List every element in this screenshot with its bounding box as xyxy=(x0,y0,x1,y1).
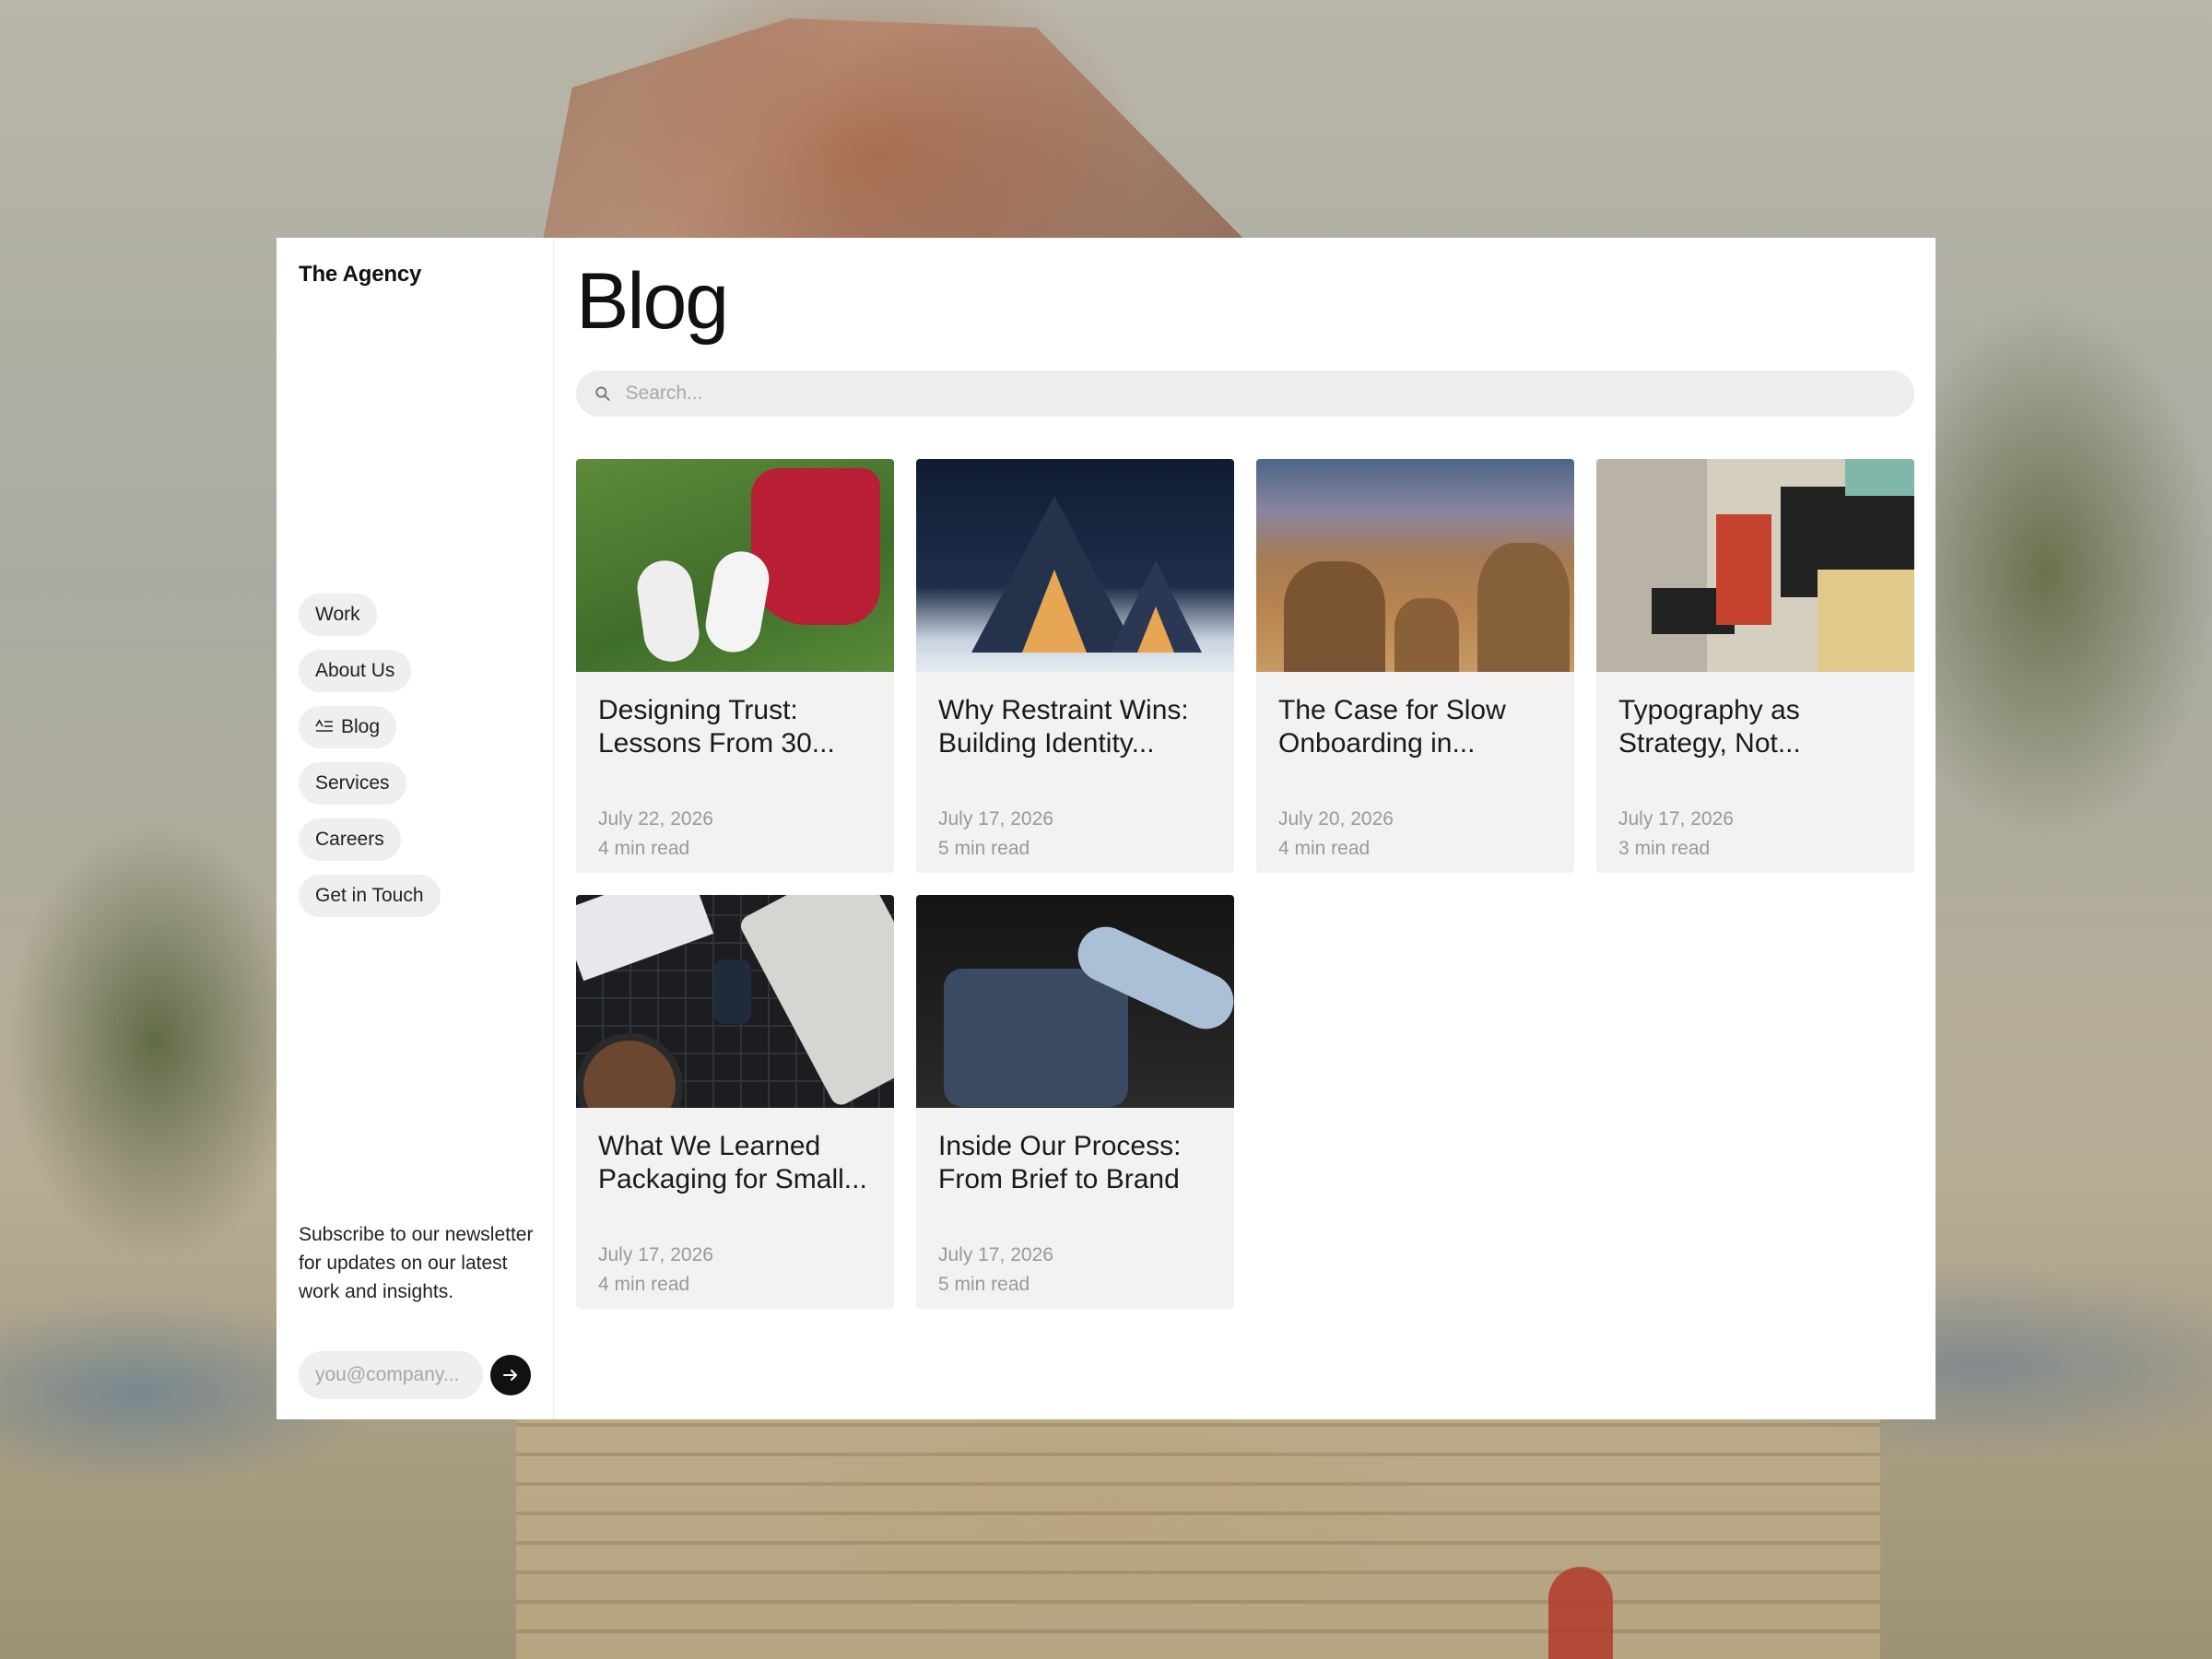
post-card[interactable]: Inside Our Process: From Brief to Brand … xyxy=(916,895,1234,1309)
post-read-time: 4 min read xyxy=(598,1274,690,1295)
post-date: July 17, 2026 xyxy=(938,808,1053,830)
sidebar-nav: Work About Us Blog Services Careers Get … xyxy=(299,594,441,917)
post-date: July 17, 2026 xyxy=(938,1244,1053,1265)
nav-item-services[interactable]: Services xyxy=(299,762,406,805)
nav-item-label: Careers xyxy=(315,829,384,850)
post-read-time: 3 min read xyxy=(1618,838,1711,859)
post-date: July 17, 2026 xyxy=(1618,808,1734,830)
post-date: July 17, 2026 xyxy=(598,1244,713,1265)
post-image xyxy=(576,459,894,672)
background-roof xyxy=(541,18,1253,249)
post-title: What We Learned Packaging for Small... xyxy=(598,1131,867,1194)
nav-item-work[interactable]: Work xyxy=(299,594,377,636)
post-read-time: 4 min read xyxy=(1278,838,1371,859)
search-input[interactable] xyxy=(623,382,1896,406)
nav-item-careers[interactable]: Careers xyxy=(299,818,401,861)
nav-item-label: About Us xyxy=(315,660,395,681)
post-card[interactable]: Designing Trust: Lessons From 30... July… xyxy=(576,459,894,873)
post-title: Inside Our Process: From Brief to Brand xyxy=(938,1131,1182,1194)
background-figure xyxy=(1548,1567,1613,1659)
post-grid: Designing Trust: Lessons From 30... July… xyxy=(576,459,1914,1309)
nav-item-label: Get in Touch xyxy=(315,885,424,906)
page-title: Blog xyxy=(576,257,729,346)
nav-item-label: Blog xyxy=(341,716,381,737)
arrow-right-icon xyxy=(503,1370,517,1381)
nav-item-label: Work xyxy=(315,604,360,625)
search-icon xyxy=(595,386,610,401)
site-window: The Agency Work About Us Blog Services C… xyxy=(276,238,1936,1419)
post-read-time: 4 min read xyxy=(598,838,690,859)
post-title: Typography as Strategy, Not... xyxy=(1618,695,1801,759)
post-image xyxy=(576,895,894,1108)
post-image xyxy=(1596,459,1914,672)
post-read-time: 5 min read xyxy=(938,838,1030,859)
nav-item-blog[interactable]: Blog xyxy=(299,706,397,748)
newsletter-form xyxy=(299,1351,531,1399)
nav-item-label: Services xyxy=(315,772,390,794)
brand-name[interactable]: The Agency xyxy=(299,262,421,288)
post-card[interactable]: Typography as Strategy, Not... July 17, … xyxy=(1596,459,1914,873)
post-title: Designing Trust: Lessons From 30... xyxy=(598,695,835,759)
post-image xyxy=(916,459,1234,672)
newsletter-text: Subscribe to our newsletter for updates … xyxy=(299,1224,534,1302)
post-card[interactable]: The Case for Slow Onboarding in... July … xyxy=(1256,459,1574,873)
post-image xyxy=(1256,459,1574,672)
search-bar[interactable] xyxy=(576,371,1914,417)
nav-item-about-us[interactable]: About Us xyxy=(299,650,412,692)
sidebar: The Agency Work About Us Blog Services C… xyxy=(276,238,554,1419)
post-image xyxy=(916,895,1234,1108)
post-date: July 22, 2026 xyxy=(598,808,713,830)
subscribe-button[interactable] xyxy=(490,1355,531,1395)
post-title: Why Restraint Wins: Building Identity... xyxy=(938,695,1189,759)
article-list-icon xyxy=(315,719,333,732)
post-date: July 20, 2026 xyxy=(1278,808,1394,830)
post-card[interactable]: Why Restraint Wins: Building Identity...… xyxy=(916,459,1234,873)
post-read-time: 5 min read xyxy=(938,1274,1030,1295)
post-title: The Case for Slow Onboarding in... xyxy=(1278,695,1506,759)
background-wall xyxy=(516,1419,1880,1659)
email-field[interactable] xyxy=(299,1351,483,1399)
post-card[interactable]: What We Learned Packaging for Small... J… xyxy=(576,895,894,1309)
nav-item-get-in-touch[interactable]: Get in Touch xyxy=(299,875,441,917)
main-content: Blog Designing Trust: Lessons From 30...… xyxy=(554,238,1936,1419)
